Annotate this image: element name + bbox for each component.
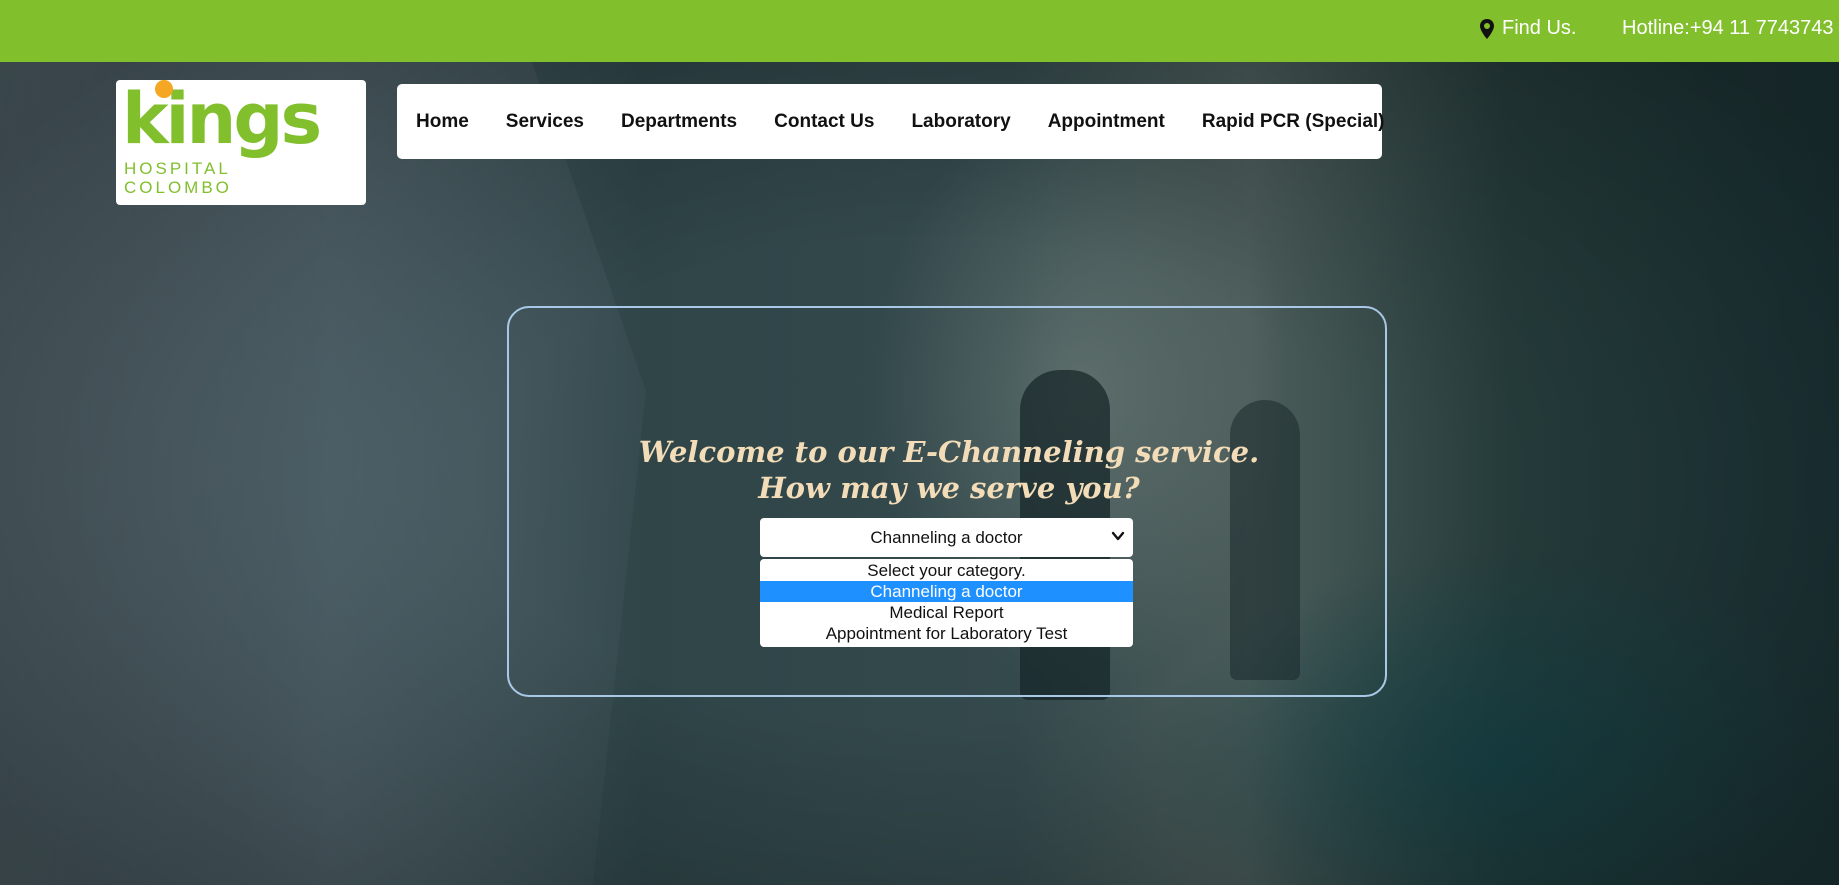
find-us-link[interactable]: Find Us. bbox=[1480, 17, 1576, 40]
logo-word: kings bbox=[122, 78, 322, 160]
welcome-heading-line2: How may we serve you? bbox=[758, 471, 1140, 505]
nav-item-rapid-pcr[interactable]: Rapid PCR (Special) bbox=[1202, 111, 1385, 133]
logo-dot bbox=[155, 80, 173, 98]
find-us-label: Find Us. bbox=[1502, 17, 1577, 39]
dropdown-option-medical-report[interactable]: Medical Report bbox=[760, 602, 1133, 623]
nav-item-contact-us[interactable]: Contact Us bbox=[774, 111, 874, 133]
top-bar: Find Us. Hotline:+94 11 7743743 bbox=[0, 0, 1839, 62]
map-pin-icon bbox=[1480, 18, 1494, 39]
nav-item-home[interactable]: Home bbox=[416, 111, 469, 133]
chevron-down-icon bbox=[1111, 531, 1125, 541]
dropdown-option-lab-test[interactable]: Appointment for Laboratory Test bbox=[760, 623, 1133, 644]
nav-item-departments[interactable]: Departments bbox=[621, 111, 737, 133]
logo[interactable]: kings HOSPITAL COLOMBO bbox=[116, 80, 366, 205]
logo-line-hospital: HOSPITAL bbox=[124, 159, 231, 178]
category-dropdown-list: Select your category. Channeling a docto… bbox=[760, 559, 1133, 647]
hotline-text: Hotline:+94 11 7743743 bbox=[1622, 17, 1834, 39]
dropdown-option-channeling[interactable]: Channeling a doctor bbox=[760, 581, 1133, 602]
nav-item-laboratory[interactable]: Laboratory bbox=[911, 111, 1010, 133]
nav-item-services[interactable]: Services bbox=[506, 111, 584, 133]
category-select-value: Channeling a doctor bbox=[870, 527, 1023, 547]
welcome-heading-line1: Welcome to our E-Channeling service. bbox=[638, 435, 1260, 469]
logo-line-colombo: COLOMBO bbox=[124, 178, 232, 197]
main-nav: Home Services Departments Contact Us Lab… bbox=[397, 84, 1385, 159]
dropdown-option-placeholder[interactable]: Select your category. bbox=[760, 560, 1133, 581]
page: Find Us. Hotline:+94 11 7743743 kings HO… bbox=[0, 0, 1839, 885]
nav-item-appointment[interactable]: Appointment bbox=[1048, 111, 1165, 133]
category-select[interactable]: Channeling a doctor bbox=[760, 518, 1133, 557]
